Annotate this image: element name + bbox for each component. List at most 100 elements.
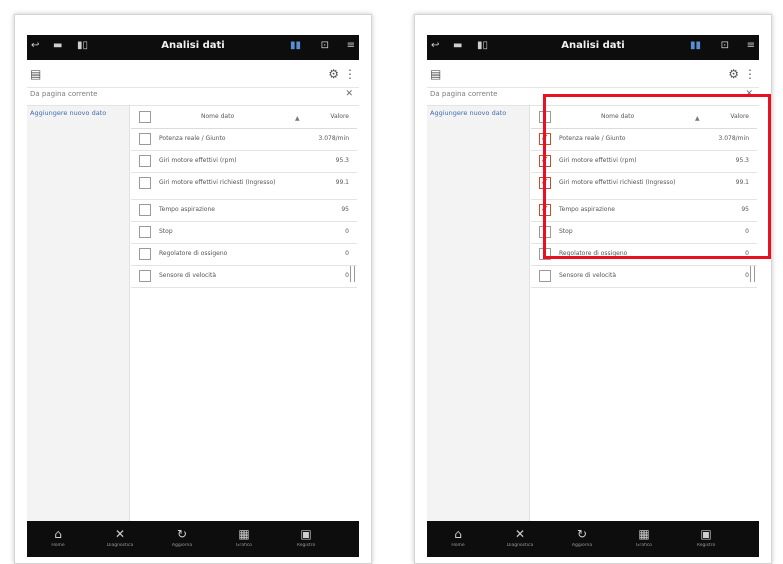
row-name: Sensore di velocità — [159, 272, 216, 279]
close-icon[interactable]: ✕ — [345, 89, 353, 99]
row-value: 99.1 — [335, 179, 349, 186]
row-name: Giri motore effettivi richiesti (Ingress… — [159, 179, 276, 186]
settings-icon[interactable]: ⚙ — [728, 67, 739, 81]
row-checkbox[interactable] — [139, 226, 151, 238]
bottom-nav-label: Grafico — [235, 543, 253, 548]
bottom-nav-diagnostics[interactable]: ✕ Diagnostica — [89, 521, 151, 557]
document-icon[interactable]: ▤ — [430, 67, 441, 81]
screenshot-icon[interactable]: ⊡ — [321, 40, 329, 51]
bottom-nav-log[interactable]: ▣ Registro — [275, 521, 337, 557]
search-label[interactable]: Da pagina corrente — [30, 90, 97, 98]
scroll-handle[interactable] — [350, 266, 355, 282]
top-toolbar: ↩ ▬ ▮▯ Analisi dati ▮▮ ⊡ ≡ — [427, 35, 759, 60]
sub-toolbar: ▤ ⚙ ⋮ — [27, 60, 359, 88]
add-data-link[interactable]: Aggiungere nuovo dato — [430, 109, 520, 117]
row-checkbox[interactable] — [139, 155, 151, 167]
calendar-icon: ▣ — [300, 527, 312, 541]
bottom-nav-home[interactable]: ⌂ Home — [27, 521, 89, 557]
sub-toolbar: ▤ ⚙ ⋮ — [427, 60, 759, 88]
table-row[interactable]: Stop 0 — [131, 222, 357, 244]
more-icon[interactable]: ⋮ — [344, 67, 356, 81]
row-name: Potenza reale / Giunto — [159, 135, 226, 142]
graph-icon: ▦ — [638, 527, 650, 541]
bottom-nav-graph[interactable]: ▦ Grafico — [613, 521, 675, 557]
bottom-nav-log[interactable]: ▣ Registro — [675, 521, 737, 557]
diagnostics-icon: ✕ — [114, 527, 126, 541]
row-checkbox[interactable] — [139, 133, 151, 145]
page-title: Analisi dati — [161, 40, 225, 51]
home-icon: ⌂ — [54, 527, 62, 541]
menu-icon[interactable]: ≡ — [347, 40, 355, 51]
bottom-nav-label: Aggiorna — [171, 543, 193, 548]
row-value: 0 — [345, 228, 349, 235]
bottom-nav-graph[interactable]: ▦ Grafico — [213, 521, 275, 557]
bottom-nav-label: Diagnostica — [106, 543, 134, 548]
refresh-icon: ↻ — [576, 527, 588, 541]
row-checkbox[interactable] — [139, 270, 151, 282]
row-value: 0 — [345, 272, 349, 279]
bottom-toolbar: ⌂ Home ✕ Diagnostica ↻ Aggiorna ▦ Grafic… — [27, 521, 359, 557]
more-icon[interactable]: ⋮ — [744, 67, 756, 81]
row-checkbox[interactable] — [139, 177, 151, 189]
bottom-nav-label: Aggiorna — [571, 543, 593, 548]
row-checkbox[interactable] — [139, 204, 151, 216]
row-name: Sensore di velocità — [559, 272, 616, 279]
row-name: Stop — [159, 228, 173, 235]
graph-icon: ▦ — [238, 527, 250, 541]
document-icon[interactable]: ▤ — [30, 67, 41, 81]
scroll-handle[interactable] — [750, 266, 755, 282]
top-toolbar: ↩ ▬ ▮▯ Analisi dati ▮▮ ⊡ ≡ — [27, 35, 359, 60]
search-label[interactable]: Da pagina corrente — [430, 90, 497, 98]
battery-icon: ▮▮ — [689, 40, 701, 51]
bottom-nav-refresh[interactable]: ↻ Aggiorna — [151, 521, 213, 557]
bottom-nav-label: Home — [451, 543, 465, 548]
row-checkbox[interactable] — [139, 248, 151, 260]
screenshot-icon[interactable]: ⊡ — [721, 40, 729, 51]
home-icon: ⌂ — [454, 527, 462, 541]
add-data-link[interactable]: Aggiungere nuovo dato — [30, 109, 120, 117]
sidebar: Aggiungere nuovo dato — [427, 106, 530, 521]
row-name: Regolatore di ossigeno — [159, 250, 228, 257]
table-row[interactable]: Giri motore effettivi (rpm) 95.3 — [131, 151, 357, 173]
row-name: Tempo aspirazione — [159, 206, 215, 213]
battery-icon: ▮▮ — [289, 40, 301, 51]
row-checkbox[interactable] — [539, 270, 551, 282]
row-value: 95 — [341, 206, 349, 213]
sort-icon[interactable]: ▲ — [295, 115, 300, 122]
table-row[interactable]: Giri motore effettivi richiesti (Ingress… — [131, 173, 357, 200]
page-title: Analisi dati — [561, 40, 625, 51]
bottom-toolbar: ⌂ Home ✕ Diagnostica ↻ Aggiorna ▦ Grafic… — [427, 521, 759, 557]
bottom-nav-home[interactable]: ⌂ Home — [427, 521, 489, 557]
calendar-icon: ▣ — [700, 527, 712, 541]
table-row[interactable]: Regolatore di ossigeno 0 — [131, 244, 357, 266]
bottom-nav-label: Registro — [296, 543, 316, 548]
bottom-nav-diagnostics[interactable]: ✕ Diagnostica — [489, 521, 551, 557]
table-row[interactable]: Potenza reale / Giunto 3.078/min — [131, 129, 357, 151]
table-header: Nome dato ▲ Valore — [131, 106, 357, 129]
left-device-screenshot: ↩ ▬ ▮▯ Analisi dati ▮▮ ⊡ ≡ ▤ ⚙ ⋮ Da pagi… — [14, 14, 372, 564]
row-value: 0 — [345, 250, 349, 257]
row-value: 0 — [745, 272, 749, 279]
bottom-nav-label: Home — [51, 543, 65, 548]
column-header-value: Valore — [330, 113, 349, 120]
row-name: Giri motore effettivi (rpm) — [159, 157, 237, 164]
sidebar: Aggiungere nuovo dato — [27, 106, 130, 521]
table-row[interactable]: Sensore di velocità 0 — [131, 266, 357, 288]
app-screen: ↩ ▬ ▮▯ Analisi dati ▮▮ ⊡ ≡ ▤ ⚙ ⋮ Da pagi… — [27, 35, 359, 557]
selection-highlight-box — [543, 94, 771, 259]
diagnostics-icon: ✕ — [514, 527, 526, 541]
refresh-icon: ↻ — [176, 527, 188, 541]
bottom-nav-label: Registro — [696, 543, 716, 548]
row-value: 95.3 — [335, 157, 349, 164]
data-table: Nome dato ▲ Valore Potenza reale / Giunt… — [131, 106, 357, 521]
search-row: Da pagina corrente ✕ — [27, 87, 359, 106]
table-row[interactable]: Sensore di velocità 0 — [531, 266, 757, 288]
select-all-checkbox[interactable] — [139, 111, 151, 123]
bottom-nav-label: Diagnostica — [506, 543, 534, 548]
table-row[interactable]: Tempo aspirazione 95 — [131, 200, 357, 222]
bottom-nav-refresh[interactable]: ↻ Aggiorna — [551, 521, 613, 557]
row-value: 3.078/min — [318, 135, 349, 142]
menu-icon[interactable]: ≡ — [747, 40, 755, 51]
settings-icon[interactable]: ⚙ — [328, 67, 339, 81]
column-header-name: Nome dato — [201, 113, 235, 120]
